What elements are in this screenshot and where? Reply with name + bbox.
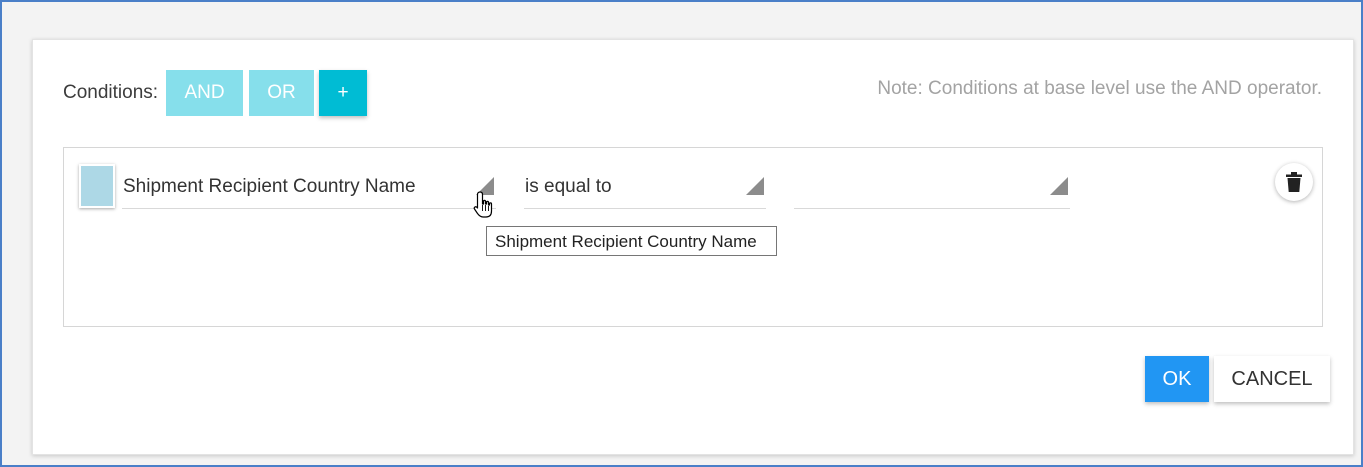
- value-select[interactable]: [794, 164, 1070, 209]
- field-select[interactable]: Shipment Recipient Country Name: [122, 164, 496, 209]
- base-level-note: Note: Conditions at base level use the A…: [877, 78, 1322, 99]
- or-button[interactable]: OR: [249, 70, 314, 116]
- window-frame: Conditions: AND OR + Note: Conditions at…: [0, 0, 1363, 467]
- operator-dropdown-icon: [746, 177, 764, 195]
- conditions-dialog: Conditions: AND OR + Note: Conditions at…: [32, 39, 1354, 455]
- ok-button[interactable]: OK: [1145, 356, 1209, 402]
- value-dropdown-icon: [1050, 177, 1068, 195]
- and-button[interactable]: AND: [166, 70, 243, 116]
- field-select-value: Shipment Recipient Country Name: [123, 176, 416, 197]
- field-tooltip: Shipment Recipient Country Name: [486, 226, 777, 256]
- cancel-button[interactable]: CANCEL: [1214, 356, 1330, 402]
- operator-select[interactable]: is equal to: [524, 164, 766, 209]
- hand-pointer-icon: [473, 191, 493, 218]
- add-condition-button[interactable]: +: [319, 70, 367, 116]
- conditions-label: Conditions:: [63, 82, 159, 103]
- operator-select-value: is equal to: [525, 176, 612, 197]
- delete-condition-button[interactable]: [1275, 163, 1313, 201]
- condition-color-swatch[interactable]: [79, 164, 115, 208]
- trash-icon: [1286, 172, 1302, 192]
